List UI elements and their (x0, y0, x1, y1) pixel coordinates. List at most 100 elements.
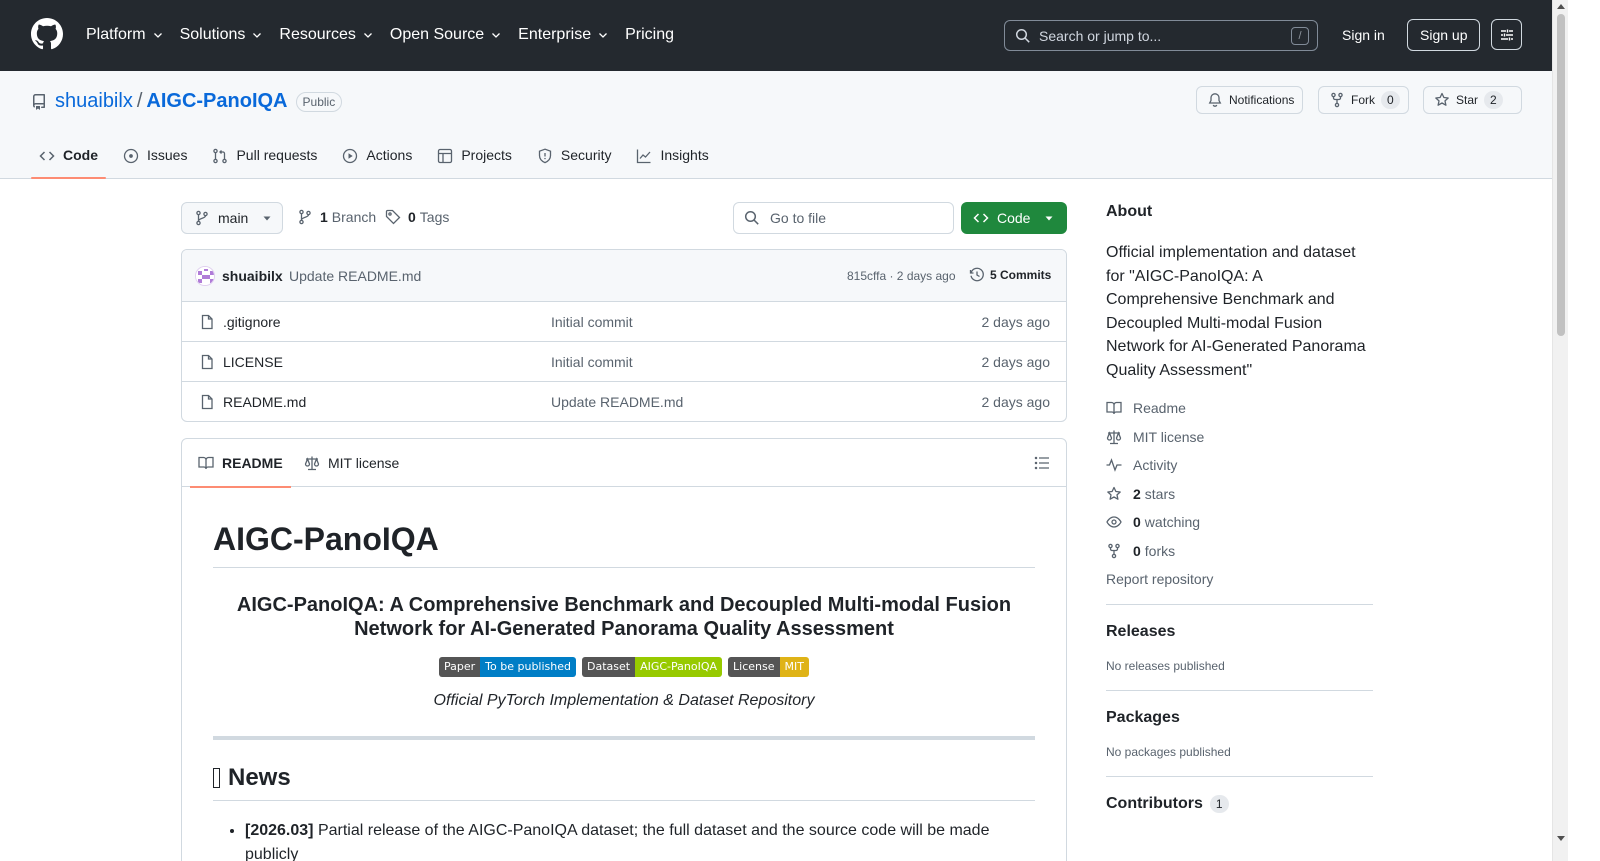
dataset-badge[interactable]: Dataset AIGC-PanoIQA (582, 657, 723, 677)
releases-heading[interactable]: Releases (1106, 623, 1373, 641)
tab-insights[interactable]: Insights (628, 141, 716, 179)
nav-solutions[interactable]: Solutions (180, 23, 264, 47)
nav-resources[interactable]: Resources (279, 23, 373, 47)
scrollbar-thumb[interactable] (1557, 14, 1565, 336)
fork-icon (1331, 92, 1343, 108)
tab-code[interactable]: Code (31, 141, 106, 179)
nav-enterprise[interactable]: Enterprise (518, 23, 609, 47)
branches-link[interactable]: 1 Branch (297, 209, 376, 225)
file-row[interactable]: .gitignore Initial commit 2 days ago (182, 302, 1066, 342)
contributors-heading[interactable]: Contributors 1 (1106, 795, 1373, 813)
go-to-file-input[interactable]: Go to file (733, 202, 954, 234)
readme-subtitle: AIGC-PanoIQA: A Comprehensive Benchmark … (236, 594, 1012, 640)
sidebar-item-forks[interactable]: 0 forks (1106, 537, 1373, 566)
repo-sidebar: About Official implementation and datase… (1106, 203, 1373, 813)
star-button[interactable]: Star 2 (1423, 86, 1522, 114)
repo-title: shuaibilx / AIGC-PanoIQA Public (31, 90, 343, 113)
search-input[interactable]: Search or jump to... / (1004, 20, 1318, 51)
eye-icon (1106, 516, 1122, 528)
scroll-up-arrow-icon[interactable] (1557, 4, 1565, 9)
shield-icon (538, 148, 552, 164)
file-name-link[interactable]: .gitignore (223, 314, 281, 330)
star-icon (1107, 486, 1121, 500)
nav-label: Enterprise (518, 26, 592, 43)
commit-hash-time[interactable]: 815cffa · 2 days ago (847, 269, 956, 283)
file-row[interactable]: README.md Update README.md 2 days ago (182, 382, 1066, 421)
nav-open-source[interactable]: Open Source (390, 23, 502, 47)
code-dropdown-button[interactable]: Code (961, 202, 1067, 234)
tab-actions[interactable]: Actions (334, 141, 420, 179)
chevron-down-icon (599, 33, 608, 38)
fork-icon (1108, 543, 1120, 558)
license-badge[interactable]: License MIT (728, 657, 809, 677)
tab-label: Issues (147, 147, 188, 163)
sidebar-item-stars[interactable]: 2 stars (1106, 480, 1373, 509)
file-age: 2 days ago (981, 354, 1051, 370)
badge-value: To be published (480, 657, 576, 677)
nav-pricing[interactable]: Pricing (625, 23, 674, 47)
packages-heading[interactable]: Packages (1106, 709, 1373, 727)
appearance-settings-button[interactable] (1491, 19, 1522, 50)
badge-row: Paper To be published Dataset AIGC-PanoI… (213, 657, 1035, 677)
badge-value: AIGC-PanoIQA (635, 657, 723, 677)
visibility-badge: Public (295, 91, 343, 112)
report-repository-link[interactable]: Report repository (1106, 571, 1373, 587)
badge-label: License (728, 657, 780, 677)
packages-empty-text: No packages published (1106, 745, 1231, 759)
file-name-link[interactable]: LICENSE (223, 354, 283, 370)
news-text: Partial release of the AIGC-PanoIQA data… (245, 822, 990, 861)
go-to-file-placeholder: Go to file (770, 210, 827, 226)
tab-issues[interactable]: Issues (115, 141, 195, 179)
sidebar-item-readme[interactable]: Readme (1106, 394, 1373, 423)
tag-icon (385, 209, 401, 225)
tab-readme[interactable]: README (190, 439, 291, 488)
commit-author-link[interactable]: shuaibilx (222, 268, 283, 284)
tab-security[interactable]: Security (529, 141, 620, 179)
list-item: [2026.03] Partial release of the AIGC-Pa… (245, 819, 1035, 861)
table-icon (438, 148, 453, 164)
star-icon (1435, 92, 1449, 106)
tab-projects[interactable]: Projects (429, 141, 520, 179)
file-commit-message[interactable]: Update README.md (551, 394, 683, 410)
repo-name-link[interactable]: AIGC-PanoIQA (146, 90, 287, 113)
file-row[interactable]: LICENSE Initial commit 2 days ago (182, 342, 1066, 382)
sidebar-item-activity[interactable]: Activity (1106, 451, 1373, 480)
about-heading: About (1106, 203, 1153, 220)
github-logo-icon[interactable] (31, 18, 63, 50)
list-unordered-icon[interactable] (1034, 455, 1050, 471)
nav-platform[interactable]: Platform (86, 23, 164, 47)
page-scrollbar[interactable] (1552, 0, 1568, 861)
sidebar-item-license[interactable]: MIT license (1106, 423, 1373, 452)
section-divider (1106, 604, 1373, 605)
chevron-down-icon (363, 33, 372, 38)
file-commit-message[interactable]: Initial commit (551, 314, 633, 330)
file-commit-message[interactable]: Initial commit (551, 354, 633, 370)
avatar[interactable] (195, 266, 215, 286)
primary-nav: Platform Solutions Resources Open Source… (86, 23, 690, 47)
sidebar-item-watching[interactable]: 0 watching (1106, 508, 1373, 537)
nav-label: Resources (279, 26, 356, 43)
file-name-link[interactable]: README.md (223, 394, 306, 410)
fork-button[interactable]: Fork 0 (1318, 86, 1409, 114)
nav-label: Platform (86, 26, 146, 43)
sign-in-link[interactable]: Sign in (1328, 20, 1399, 51)
releases-empty-text: No releases published (1106, 659, 1225, 673)
commit-history-link[interactable]: 5 Commits (969, 267, 1051, 283)
repo-owner-link[interactable]: shuaibilx (55, 90, 133, 113)
search-icon (1015, 28, 1030, 43)
tags-link[interactable]: 0 Tags (385, 209, 449, 225)
paper-badge[interactable]: Paper To be published (439, 657, 576, 677)
news-date: [2026.03] (245, 822, 314, 839)
fork-count: 0 (1381, 91, 1400, 109)
scroll-down-arrow-icon[interactable] (1557, 836, 1565, 841)
commit-message-link[interactable]: Update README.md (289, 268, 421, 284)
code-button-label: Code (997, 210, 1031, 226)
sign-up-button[interactable]: Sign up (1407, 19, 1481, 51)
notifications-button[interactable]: Notifications (1196, 86, 1304, 114)
triangle-down-icon (1045, 216, 1053, 221)
about-links: Readme MIT license Activity 2 stars 0 watc… (1106, 394, 1373, 565)
tab-pull-requests[interactable]: Pull requests (204, 141, 325, 179)
branch-selector[interactable]: main (181, 202, 283, 234)
issue-opened-icon (123, 148, 139, 164)
tab-license[interactable]: MIT license (296, 439, 407, 487)
